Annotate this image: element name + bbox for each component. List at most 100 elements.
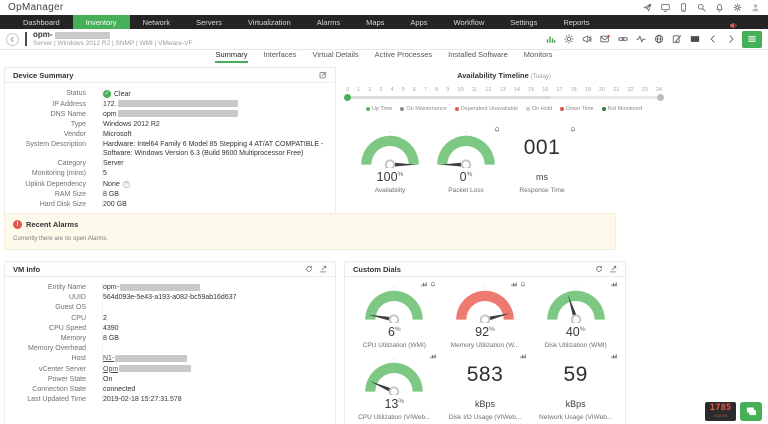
bar-chart-icon[interactable] xyxy=(546,34,556,44)
gear-icon[interactable] xyxy=(733,3,742,12)
avatar-icon[interactable] xyxy=(751,3,760,12)
nav-item-reports[interactable]: Reports xyxy=(550,15,602,29)
nav-item-alarms[interactable]: Alarms xyxy=(304,15,353,29)
availability-subtitle: (Today) xyxy=(531,74,551,80)
chat-button[interactable] xyxy=(740,402,762,421)
globe-icon[interactable] xyxy=(654,34,664,44)
help-icon[interactable]: ? xyxy=(123,181,130,188)
topbar-icons xyxy=(643,3,760,12)
brightness-icon[interactable] xyxy=(564,34,574,44)
redacted-value xyxy=(120,284,200,291)
hour-tick: 15 xyxy=(528,87,534,93)
widget-response-time[interactable]: 001 ms Response Time xyxy=(504,128,580,194)
field-value: On xyxy=(94,375,335,384)
nav-item-apps[interactable]: Apps xyxy=(397,15,440,29)
recent-alarms-header: ! Recent Alarms xyxy=(13,220,607,229)
tab-interfaces[interactable]: Interfaces xyxy=(264,50,297,63)
edit-icon[interactable] xyxy=(319,71,327,79)
chevron-left-icon[interactable] xyxy=(708,34,718,44)
legend-dot xyxy=(455,107,459,111)
bell-icon[interactable] xyxy=(715,3,724,12)
field-value[interactable]: N1- xyxy=(94,354,335,363)
field-label: System Description xyxy=(5,140,94,149)
field-value[interactable]: Opm xyxy=(94,365,335,374)
expand-icon[interactable] xyxy=(319,265,327,273)
field-value: opm xyxy=(94,110,335,119)
redacted-device-name xyxy=(55,32,110,39)
nav-item-inventory[interactable]: Inventory xyxy=(73,15,130,29)
back-button[interactable] xyxy=(6,33,19,46)
nav-item-network[interactable]: Network xyxy=(130,15,184,29)
custom-dials-panel: Custom Dials 6% CPU Utilization (WMI) 92… xyxy=(344,261,626,424)
activity-icon[interactable] xyxy=(636,34,646,44)
bell-icon[interactable] xyxy=(570,126,576,132)
gauge-dial xyxy=(356,129,424,168)
search-icon[interactable] xyxy=(697,3,706,12)
chart-mini-icon[interactable] xyxy=(611,353,617,359)
nav-item-servers[interactable]: Servers xyxy=(183,15,235,29)
legend-dot xyxy=(602,107,606,111)
bell-icon[interactable] xyxy=(494,126,500,132)
chevron-right-icon[interactable] xyxy=(726,34,736,44)
widget-availability[interactable]: 100% Availability xyxy=(352,128,428,194)
tab-active-processes[interactable]: Active Processes xyxy=(375,50,433,63)
phone-icon[interactable] xyxy=(679,3,688,12)
gauge-label: Disk Utilization (WMI) xyxy=(530,342,621,349)
gauge-area xyxy=(349,355,440,395)
field-value: 2 xyxy=(94,314,335,323)
bell-icon[interactable] xyxy=(520,281,526,287)
widget-memory-utilization-w-[interactable]: 92% Memory Utilization (W... xyxy=(440,283,531,349)
nav-item-workflow[interactable]: Workflow xyxy=(441,15,498,29)
tab-virtual-details[interactable]: Virtual Details xyxy=(312,50,358,63)
alarm-count-widget[interactable]: 1785 Alarms xyxy=(705,402,736,421)
widget-cpu-utilization-viweb-[interactable]: 13% CPU Utilization (VIWeb... xyxy=(349,355,440,421)
field-value: 4390 xyxy=(94,324,335,333)
edit-icon[interactable] xyxy=(319,71,327,79)
field-value: None? xyxy=(94,180,335,189)
field-label: Entity Name xyxy=(5,283,94,292)
menu-button[interactable] xyxy=(742,31,762,48)
tab-installed-software[interactable]: Installed Software xyxy=(448,50,508,63)
announcement-icon[interactable] xyxy=(729,17,738,35)
chart-mini-icon[interactable] xyxy=(511,281,517,287)
field-value: 2019-02-18 15:27:31.578 xyxy=(94,395,335,404)
widget-cpu-utilization-wmi-[interactable]: 6% CPU Utilization (WMI) xyxy=(349,283,440,349)
mail-icon[interactable] xyxy=(600,34,610,44)
vm-info-title: VM Info xyxy=(13,265,40,274)
chart-mini-icon[interactable] xyxy=(430,353,436,359)
chart-mini-icon[interactable] xyxy=(520,353,526,359)
timeline-end-dot[interactable] xyxy=(657,94,664,101)
timeline-start-dot[interactable] xyxy=(344,94,351,101)
refresh-icon[interactable] xyxy=(305,265,313,273)
tab-monitors[interactable]: Monitors xyxy=(524,50,553,63)
expand-icon[interactable] xyxy=(609,265,617,273)
nav-item-settings[interactable]: Settings xyxy=(497,15,550,29)
screen-icon[interactable] xyxy=(690,34,700,44)
device-summary-fields: Status ✓ClearIP Address172.DNS NameopmTy… xyxy=(5,83,335,214)
refresh-icon[interactable] xyxy=(595,265,603,273)
field-value: 564d093e-5e43-a193-a082-bc59ab16d637 xyxy=(94,293,335,302)
chart-mini-icon[interactable] xyxy=(611,281,617,287)
field-row-guest-os: Guest OS xyxy=(5,302,335,312)
hour-tick: 11 xyxy=(472,87,478,93)
chevron-left-icon xyxy=(708,34,718,44)
chart-mini-icon[interactable] xyxy=(421,281,427,287)
monitor-icon[interactable] xyxy=(661,3,670,12)
nav-item-virtualization[interactable]: Virtualization xyxy=(235,15,304,29)
hour-tick: 10 xyxy=(457,87,463,93)
hour-tick: 13 xyxy=(500,87,506,93)
nav-item-dashboard[interactable]: Dashboard xyxy=(10,15,73,29)
alarm-icon: ! xyxy=(13,220,22,229)
widget-disk-utilization-wmi-[interactable]: 40% Disk Utilization (WMI) xyxy=(530,283,621,349)
widget-network-usage-viweb-[interactable]: 59 kBps Network Usage (VIWeb... xyxy=(530,355,621,421)
tab-summary[interactable]: Summary xyxy=(215,50,247,63)
link-icon[interactable] xyxy=(618,34,628,44)
note-edit-icon[interactable] xyxy=(672,34,682,44)
widget-disk-i-o-usage-viweb-[interactable]: 583 kBps Disk I/O Usage (VIWeb... xyxy=(440,355,531,421)
paper-plane-icon[interactable] xyxy=(643,3,652,12)
widget-packet-loss[interactable]: 0% Packet Loss xyxy=(428,128,504,194)
bell-icon[interactable] xyxy=(430,281,436,287)
chart-mini-icon xyxy=(430,353,436,359)
nav-item-maps[interactable]: Maps xyxy=(353,15,397,29)
megaphone-icon[interactable] xyxy=(582,34,592,44)
